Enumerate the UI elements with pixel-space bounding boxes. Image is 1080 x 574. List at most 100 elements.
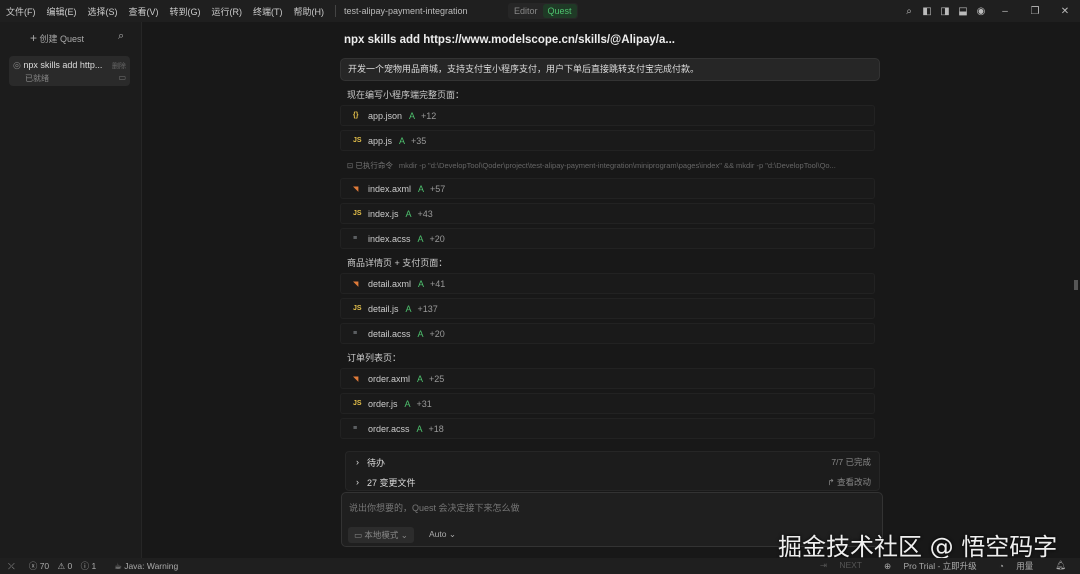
- file-name: index.js: [368, 208, 399, 219]
- quest-conversation: npx skills add https://www.modelscope.cn…: [340, 32, 880, 443]
- menu-item[interactable]: 文件(F): [6, 7, 36, 17]
- search-icon[interactable]: ⌕: [118, 30, 124, 43]
- watermark: 掘金技术社区 @ 悟空码字: [778, 533, 1058, 561]
- quest-title: npx skills add https://www.modelscope.cn…: [344, 34, 675, 46]
- next-button[interactable]: ⇥ NEXT: [820, 560, 868, 572]
- chat-input-placeholder[interactable]: 说出你想要的，Quest 会决定接下来怎么做: [349, 501, 520, 514]
- acss-file-icon: ≡: [353, 425, 358, 432]
- warning-count: 0: [67, 561, 73, 571]
- new-quest-button[interactable]: + 创建 Quest: [30, 31, 84, 45]
- remote-icon[interactable]: ⤫: [8, 561, 15, 572]
- acss-file-icon: ≡: [353, 330, 358, 337]
- file-change-row[interactable]: ≡ order.acss A +18: [340, 418, 875, 439]
- command-text: mkdir -p "d:\DevelopTool\Qoder\project\t…: [398, 160, 836, 170]
- menu-item[interactable]: 查看(V): [129, 7, 159, 17]
- menu-item[interactable]: 帮助(H): [294, 7, 325, 17]
- file-change-row[interactable]: JS index.js A +43: [340, 203, 875, 224]
- lines-added: +20: [429, 233, 445, 244]
- view-changes-button[interactable]: ↱ 查看改动: [827, 476, 871, 488]
- toggle-panel-icon[interactable]: ⬓: [954, 6, 972, 17]
- file-change-row[interactable]: JS app.js A +35: [340, 130, 875, 151]
- menu-item[interactable]: 转到(G): [170, 7, 201, 17]
- added-flag: A: [404, 398, 411, 409]
- java-status-label: Java: Warning: [124, 560, 179, 571]
- json-file-icon: {}: [353, 112, 359, 119]
- axml-file-icon: ◥: [353, 375, 359, 383]
- pro-trial-button[interactable]: ⊕ Pro Trial - 立即升级: [884, 560, 983, 572]
- minimize-icon[interactable]: –: [990, 6, 1020, 17]
- toggle-sidebar-icon[interactable]: ◧: [918, 6, 936, 17]
- divider: [335, 5, 336, 17]
- file-change-row[interactable]: ◥ order.axml A +25: [340, 368, 875, 389]
- search-icon[interactable]: ⌕: [900, 6, 918, 17]
- axml-file-icon: ◥: [353, 280, 359, 288]
- file-change-row[interactable]: JS order.js A +31: [340, 393, 875, 414]
- maximize-icon[interactable]: ❐: [1020, 6, 1050, 17]
- mode-dropdown[interactable]: ▭ 本地模式 ⌄: [348, 527, 414, 543]
- todo-row[interactable]: › 待办 7/7 已完成: [346, 452, 879, 472]
- changed-files-row[interactable]: › 27 变更文件 ↱ 查看改动: [346, 472, 879, 492]
- toggle-secondary-sidebar-icon[interactable]: ◨: [936, 6, 954, 17]
- menu-item[interactable]: 选择(S): [88, 7, 118, 17]
- executed-command[interactable]: ⊡ 已执行命令 mkdir -p "d:\DevelopTool\Qoder\pr…: [340, 155, 880, 175]
- file-name: app.js: [368, 135, 393, 146]
- added-flag: A: [417, 328, 424, 339]
- added-flag: A: [418, 183, 425, 194]
- added-flag: A: [399, 135, 406, 146]
- todo-status: 7/7 已完成: [831, 457, 871, 467]
- mode-quest[interactable]: Quest: [542, 4, 577, 18]
- next-label: NEXT: [839, 560, 862, 570]
- mode-editor[interactable]: Editor: [509, 4, 543, 18]
- scrollbar[interactable]: [1074, 280, 1078, 290]
- title-bar: 文件(F) 编辑(E) 选择(S) 查看(V) 转到(G) 运行(R) 终端(T) 帮助(H)…: [0, 0, 1080, 22]
- menu-item[interactable]: 编辑(E): [47, 7, 77, 17]
- notification-bell-icon[interactable]: 🔔︎: [1055, 560, 1066, 572]
- delete-quest-button[interactable]: 删除: [112, 61, 126, 71]
- added-flag: A: [416, 423, 423, 434]
- file-name: order.js: [368, 398, 398, 409]
- menu-item[interactable]: 终端(T): [253, 7, 283, 17]
- quest-item[interactable]: ◎ npx skills add http... 已就绪 删除 ▭: [9, 56, 130, 86]
- share-arrow-icon: ↱: [827, 477, 835, 487]
- file-change-row[interactable]: ≡ detail.acss A +20: [340, 323, 875, 344]
- terminal-icon: ⊡: [347, 160, 354, 170]
- added-flag: A: [417, 373, 424, 384]
- usage-button[interactable]: ◔ 用量: [999, 560, 1040, 572]
- file-name: index.axml: [368, 183, 412, 194]
- plus-icon: +: [30, 31, 38, 45]
- problems-indicator[interactable]: ⓧ 70 ⚠ 0 ⓘ 1: [29, 560, 102, 572]
- chevron-right-icon: ›: [356, 477, 359, 487]
- file-name: detail.axml: [368, 278, 412, 289]
- menu-item[interactable]: 运行(R): [212, 7, 243, 17]
- pro-trial-label: Pro Trial - 立即升级: [903, 561, 977, 571]
- summary-panel: › 待办 7/7 已完成 › 27 变更文件 ↱ 查看改动: [345, 451, 880, 491]
- file-change-row[interactable]: ≡ index.acss A +20: [340, 228, 875, 249]
- close-icon[interactable]: ✕: [1050, 6, 1080, 17]
- lines-added: +41: [430, 278, 446, 289]
- account-icon[interactable]: ◉: [972, 6, 990, 17]
- added-flag: A: [418, 278, 425, 289]
- quest-title: npx skills add http...: [23, 60, 103, 70]
- menu-bar: 文件(F) 编辑(E) 选择(S) 查看(V) 转到(G) 运行(R) 终端(T) 帮助(H): [6, 5, 335, 18]
- file-change-row[interactable]: {} app.json A +12: [340, 105, 875, 126]
- section-label: 现在编写小程序端完整页面：: [347, 90, 465, 100]
- new-quest-label: 创建 Quest: [39, 34, 85, 44]
- usage-label: 用量: [1016, 561, 1034, 571]
- file-name: order.axml: [368, 373, 411, 384]
- check-circle-icon: ◎: [13, 60, 21, 70]
- acss-file-icon: ≡: [353, 235, 358, 242]
- file-change-row[interactable]: ◥ index.axml A +57: [340, 178, 875, 199]
- js-file-icon: JS: [353, 305, 362, 312]
- file-change-row[interactable]: JS detail.js A +137: [340, 298, 875, 319]
- lines-added: +43: [417, 208, 433, 219]
- monitor-icon: ▭: [118, 73, 126, 82]
- section-label: 商品详情页 + 支付页面：: [347, 258, 448, 268]
- java-status[interactable]: ☕ Java: Warning: [114, 561, 184, 572]
- view-changes-label: 查看改动: [836, 477, 871, 487]
- js-file-icon: JS: [353, 400, 362, 407]
- model-dropdown[interactable]: Auto ⌄: [429, 529, 456, 540]
- file-change-row[interactable]: ◥ detail.axml A +41: [340, 273, 875, 294]
- added-flag: A: [405, 303, 412, 314]
- file-name: app.json: [368, 110, 403, 121]
- project-name: test-alipay-payment-integration: [344, 6, 468, 16]
